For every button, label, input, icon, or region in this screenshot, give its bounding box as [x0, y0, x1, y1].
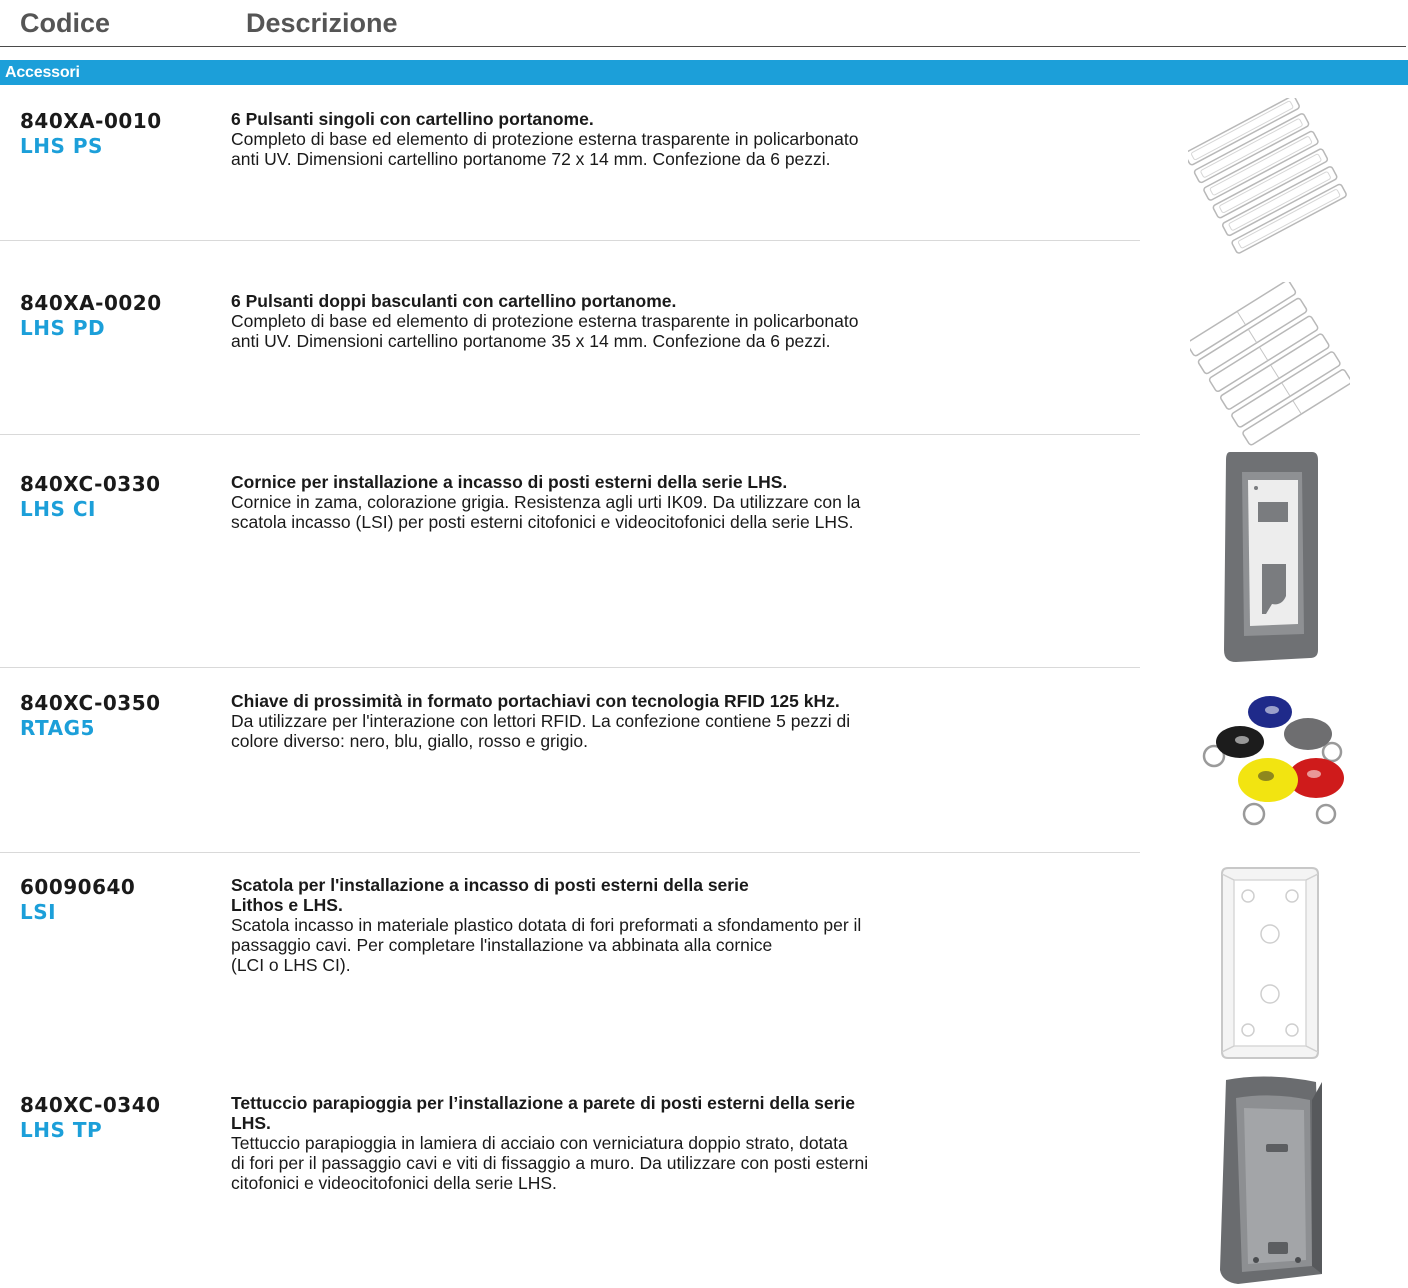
product-text-line: (LCI o LHS CI). [231, 955, 351, 975]
row-divider [0, 240, 1140, 241]
rfid-keyfob-icon [1202, 696, 1344, 826]
product-code: 840XC-0340 [20, 1093, 161, 1117]
product-description: Scatola per l'installazione a incasso di… [231, 875, 1011, 975]
product-text-line: Scatola incasso in materiale plastico do… [231, 915, 862, 935]
table-header: Codice Descrizione [0, 0, 1408, 48]
product-code: 840XA-0010 [20, 109, 162, 133]
product-text-line: Completo di base ed elemento di protezio… [231, 311, 859, 331]
row-divider [0, 667, 1140, 668]
product-title: Chiave di prossimità in formato portachi… [231, 691, 840, 711]
product-title: Scatola per l'installazione a incasso di… [231, 875, 749, 895]
product-title: LHS. [231, 1113, 271, 1133]
product-text-line: passaggio cavi. Per completare l'install… [231, 935, 773, 955]
double-buttons-icon [1190, 282, 1350, 446]
product-title: Cornice per installazione a incasso di p… [231, 472, 788, 492]
column-header-code: Codice [20, 8, 111, 38]
single-buttons-icon [1188, 98, 1347, 254]
rain-hood-icon [1220, 1076, 1322, 1284]
product-description: Tettuccio parapioggia per l’installazion… [231, 1093, 1011, 1193]
row-divider [0, 434, 1140, 435]
product-description: 6 Pulsanti doppi basculanti con cartelli… [231, 291, 1011, 351]
product-code: 60090640 [20, 875, 136, 899]
product-description: Chiave di prossimità in formato portachi… [231, 691, 1011, 751]
product-description: Cornice per installazione a incasso di p… [231, 472, 1011, 532]
product-text-line: Da utilizzare per l'interazione con lett… [231, 711, 851, 731]
product-title: Tettuccio parapioggia per l’installazion… [231, 1093, 856, 1113]
product-text-line: anti UV. Dimensioni cartellino portanome… [231, 331, 831, 351]
product-model: RTAG5 [20, 716, 95, 740]
header-divider [0, 46, 1406, 47]
product-text-line: Cornice in zama, colorazione grigia. Res… [231, 492, 861, 512]
row-divider [0, 852, 1140, 853]
product-text-line: Completo di base ed elemento di protezio… [231, 129, 859, 149]
product-code: 840XC-0350 [20, 691, 161, 715]
product-model: LHS PD [20, 316, 106, 340]
product-text-line: di fori per il passaggio cavi e viti di … [231, 1153, 869, 1173]
product-title: 6 Pulsanti singoli con cartellino portan… [231, 109, 594, 129]
product-title: 6 Pulsanti doppi basculanti con cartelli… [231, 291, 677, 311]
section-band: Accessori [0, 60, 1408, 85]
product-code: 840XA-0020 [20, 291, 162, 315]
column-header-description: Descrizione [246, 8, 398, 38]
product-text-line: anti UV. Dimensioni cartellino portanome… [231, 149, 831, 169]
product-text-line: scatola incasso (LSI) per posti esterni … [231, 512, 854, 532]
product-model: LSI [20, 900, 57, 924]
product-text-line: citofonici e videocitofonici della serie… [231, 1173, 557, 1193]
flush-box-icon [1221, 867, 1319, 1059]
product-model: LHS PS [20, 134, 103, 158]
product-text-line: colore diverso: nero, blu, giallo, rosso… [231, 731, 588, 751]
product-code: 840XC-0330 [20, 472, 161, 496]
product-text-line: Tettuccio parapioggia in lamiera di acci… [231, 1133, 848, 1153]
product-model: LHS CI [20, 497, 96, 521]
product-title: Lithos e LHS. [231, 895, 343, 915]
product-model: LHS TP [20, 1118, 103, 1142]
product-description: 6 Pulsanti singoli con cartellino portan… [231, 109, 1011, 169]
flush-frame-icon [1224, 452, 1318, 662]
